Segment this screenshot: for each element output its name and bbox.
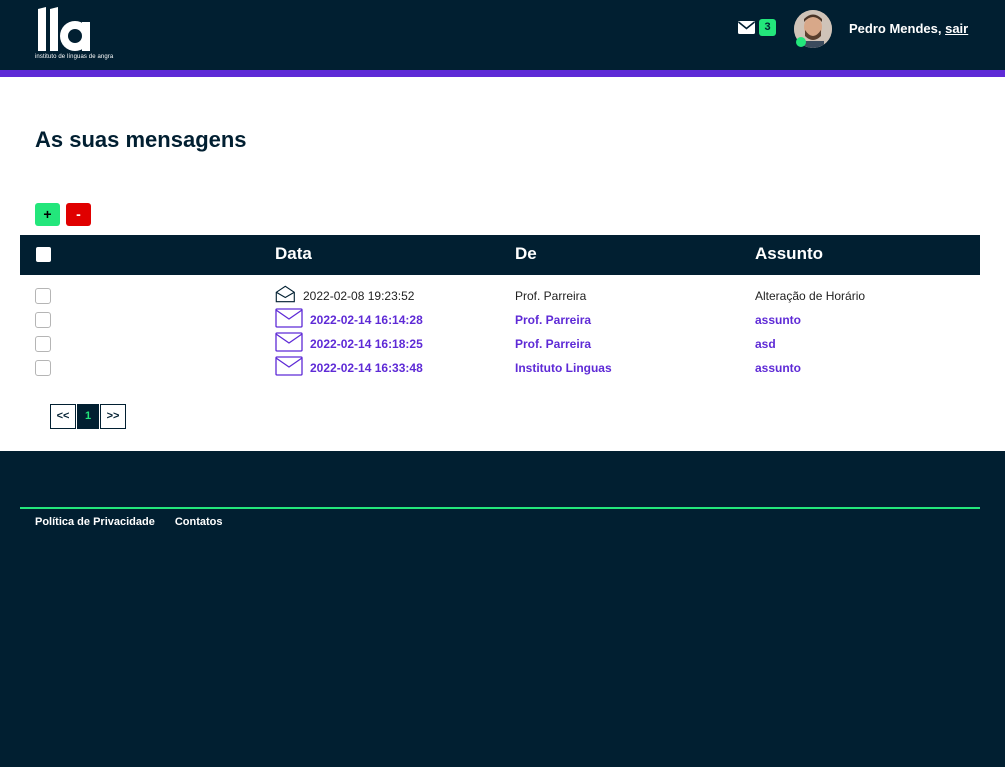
message-date: 2022-02-08 19:23:52 <box>303 289 415 303</box>
pagination-next[interactable]: >> <box>100 404 126 429</box>
message-checkbox[interactable] <box>35 360 51 376</box>
closed-envelope-icon <box>275 356 303 376</box>
message-checkbox[interactable] <box>35 336 51 352</box>
message-checkbox[interactable] <box>35 312 51 328</box>
column-from[interactable]: De <box>515 244 537 264</box>
main-content: As suas mensagens + - Data De Assunto 20… <box>0 77 1005 451</box>
message-row[interactable]: 2022-02-14 16:14:28 Prof. Parreira assun… <box>20 308 980 334</box>
privacy-policy-link[interactable]: Política de Privacidade <box>35 516 155 528</box>
message-subject[interactable]: assunto <box>755 361 801 375</box>
pagination: << 1 >> <box>50 404 126 429</box>
message-row[interactable]: 2022-02-14 16:33:48 Instituto Linguas as… <box>20 356 980 382</box>
logout-link[interactable]: sair <box>945 21 968 36</box>
online-status-dot <box>796 37 806 47</box>
contacts-link[interactable]: Contatos <box>175 516 223 528</box>
message-sender[interactable]: Prof. Parreira <box>515 337 591 351</box>
message-row[interactable]: 2022-02-08 19:23:52 Prof. Parreira Alter… <box>20 285 980 310</box>
message-checkbox[interactable] <box>35 288 51 304</box>
logo-tagline: instituto de línguas de angra <box>35 54 114 60</box>
message-subject[interactable]: Alteração de Horário <box>755 289 865 303</box>
message-sender[interactable]: Instituto Linguas <box>515 361 612 375</box>
envelope-icon <box>738 21 755 34</box>
column-date[interactable]: Data <box>275 244 312 264</box>
message-date[interactable]: 2022-02-14 16:14:28 <box>310 313 423 327</box>
page-title: As suas mensagens <box>35 127 247 152</box>
message-date[interactable]: 2022-02-14 16:33:48 <box>310 361 423 375</box>
user-info: Pedro Mendes, sair <box>849 21 968 36</box>
message-sender: Prof. Parreira <box>515 289 587 303</box>
pagination-page-current[interactable]: 1 <box>77 404 99 429</box>
select-all-checkbox[interactable] <box>36 247 51 262</box>
table-header: Data De Assunto <box>20 235 980 275</box>
message-date[interactable]: 2022-02-14 16:18:25 <box>310 337 423 351</box>
footer-links: Política de Privacidade Contatos <box>35 516 223 528</box>
user-name: Pedro Mendes, <box>849 21 942 36</box>
delete-message-button[interactable]: - <box>66 203 91 226</box>
closed-envelope-icon <box>275 308 303 328</box>
message-sender[interactable]: Prof. Parreira <box>515 313 591 327</box>
message-subject[interactable]: assunto <box>755 313 801 327</box>
pagination-prev[interactable]: << <box>50 404 76 429</box>
closed-envelope-icon <box>275 332 303 352</box>
footer-divider <box>20 507 980 509</box>
unread-count-badge: 3 <box>759 19 776 36</box>
header-accent-bar <box>0 70 1005 77</box>
top-header: instituto de línguas de angra 3 Pedro Me… <box>0 0 1005 70</box>
column-subject[interactable]: Assunto <box>755 244 823 264</box>
add-message-button[interactable]: + <box>35 203 60 226</box>
ila-logo[interactable]: instituto de línguas de angra <box>33 7 123 65</box>
messages-indicator[interactable]: 3 <box>738 19 776 36</box>
open-envelope-icon <box>275 285 295 303</box>
ila-logo-mark <box>38 7 90 51</box>
message-row[interactable]: 2022-02-14 16:18:25 Prof. Parreira asd <box>20 332 980 358</box>
message-subject[interactable]: asd <box>755 337 776 351</box>
